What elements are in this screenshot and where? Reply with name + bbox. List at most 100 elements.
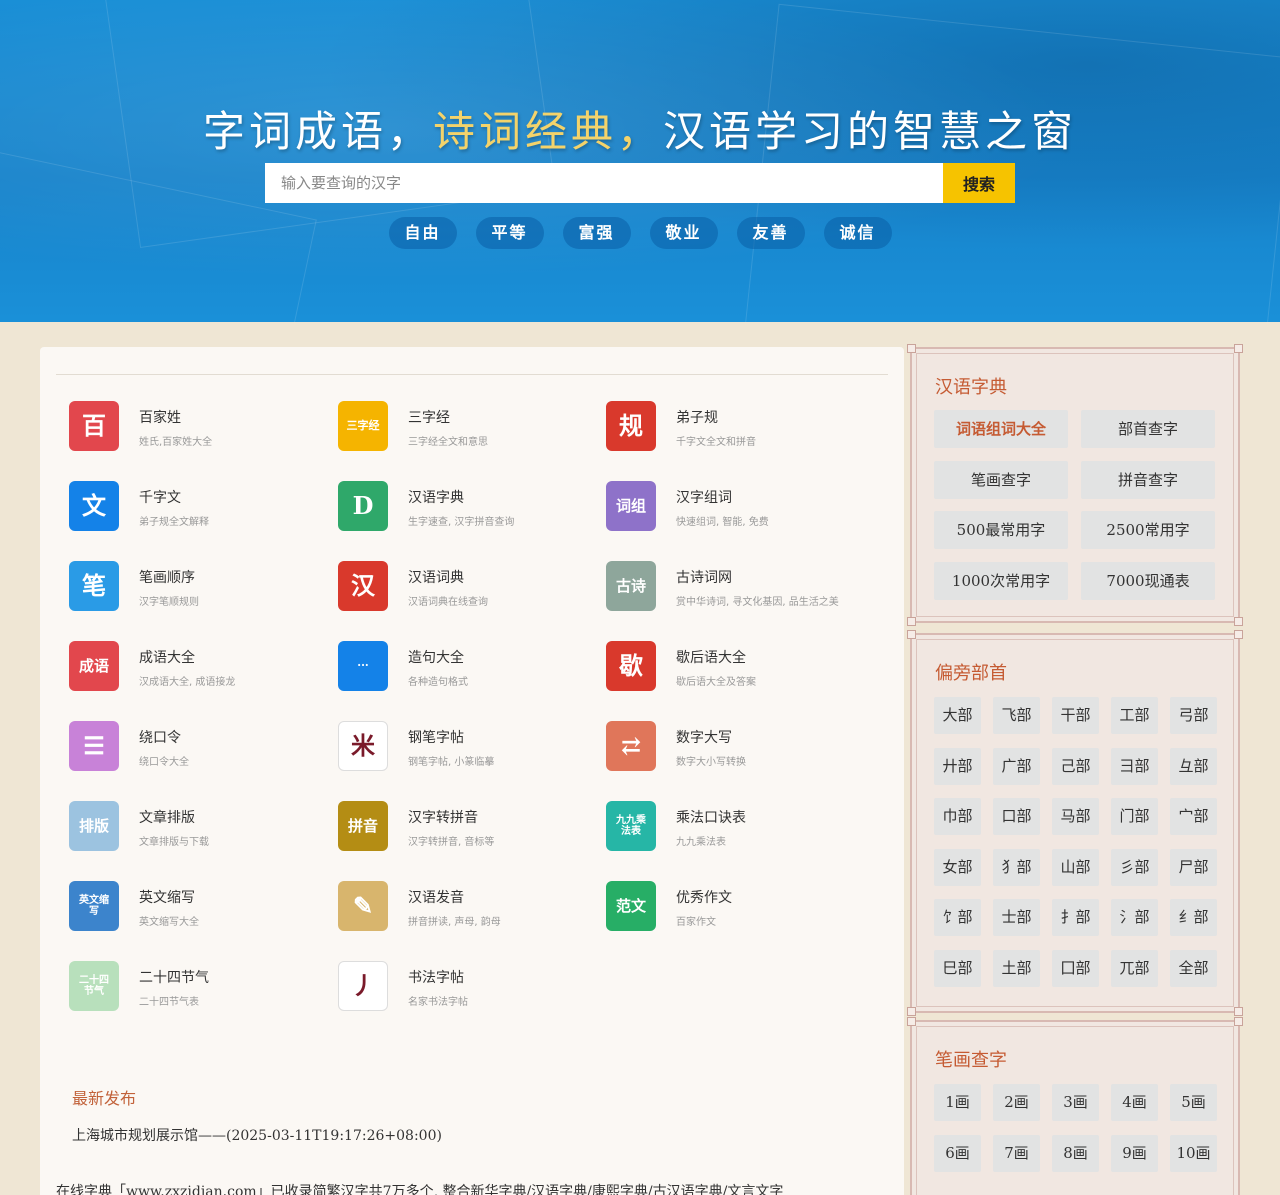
tool-description: 汉语词典在线查询 <box>408 597 488 608</box>
icon-glyph: ✎ <box>352 890 374 920</box>
tool-item[interactable]: 规 弟子规 千字文全文和拼音 <box>606 401 866 471</box>
wen-icon: 文 <box>69 481 119 531</box>
grid-icon: 米 <box>338 721 388 771</box>
radical-link[interactable]: 士部 <box>993 899 1040 936</box>
value-tag[interactable]: 富强 <box>562 217 631 249</box>
stroke-link[interactable]: 9画 <box>1111 1134 1158 1172</box>
radical-link[interactable]: 巳部 <box>934 949 981 987</box>
value-tag[interactable]: 敬业 <box>649 217 718 249</box>
radical-link[interactable]: 宀部 <box>1170 798 1217 835</box>
radical-link[interactable]: 广部 <box>993 747 1040 785</box>
icon-glyph: 排版 <box>78 816 109 835</box>
abbr-icon: 英文缩写 <box>69 881 119 931</box>
tool-description: 赏中华诗词, 寻文化基因, 品生活之美 <box>676 597 839 608</box>
radical-link[interactable]: 马部 <box>1052 798 1099 835</box>
radical-link[interactable]: 囗部 <box>1052 949 1099 987</box>
tool-title: 书法字帖 <box>408 970 464 986</box>
tool-description: 快速组词, 智能, 免费 <box>676 517 769 528</box>
radical-link[interactable]: 巾部 <box>934 798 981 835</box>
value-tag[interactable]: 自由 <box>388 217 457 249</box>
tool-item[interactable]: ··· 造句大全 各种造句格式 <box>338 641 598 711</box>
tool-item[interactable]: ☰ 绕口令 绕口令大全 <box>69 721 329 791</box>
tool-item[interactable]: 排版 文章排版 文章排版与下载 <box>69 801 329 871</box>
radical-link[interactable]: 口部 <box>993 798 1040 835</box>
tool-item[interactable]: 英文缩写 英文缩写 英文缩写大全 <box>69 881 329 951</box>
radical-link[interactable]: 弓部 <box>1170 697 1217 734</box>
hero-title-highlight: 诗词经典， <box>432 107 663 156</box>
value-tag[interactable]: 诚信 <box>823 217 892 249</box>
dictionary-link[interactable]: 部首查字 <box>1081 410 1215 448</box>
radical-link[interactable]: 己部 <box>1052 747 1099 785</box>
tool-item[interactable]: 古诗 古诗词网 赏中华诗词, 寻文化基因, 品生活之美 <box>606 561 866 631</box>
radical-link[interactable]: 犭部 <box>993 848 1040 886</box>
radical-link[interactable]: 土部 <box>993 949 1040 987</box>
dictionary-link[interactable]: 2500常用字 <box>1081 511 1215 549</box>
radical-link[interactable]: 氵部 <box>1111 899 1158 936</box>
stroke-link[interactable]: 6画 <box>934 1134 981 1172</box>
radical-link[interactable]: 尸部 <box>1170 848 1217 886</box>
dictionary-link[interactable]: 词语组词大全 <box>934 410 1068 448</box>
tool-item[interactable]: 词组 汉字组词 快速组词, 智能, 免费 <box>606 481 866 551</box>
value-tag[interactable]: 友善 <box>736 217 805 249</box>
radical-link[interactable]: 廾部 <box>934 747 981 785</box>
search-button[interactable]: 搜索 <box>943 163 1015 203</box>
radical-link[interactable]: 扌部 <box>1052 899 1099 936</box>
stroke-link[interactable]: 8画 <box>1052 1134 1099 1172</box>
tool-item[interactable]: 米 钢笔字帖 钢笔字帖, 小篆临摹 <box>338 721 598 791</box>
radical-link[interactable]: 山部 <box>1052 848 1099 886</box>
tool-item[interactable]: 二十四节气 二十四节气 二十四节气表 <box>69 961 329 1031</box>
tool-item[interactable]: ⇄ 数字大写 数字大小写转换 <box>606 721 866 791</box>
latest-item[interactable]: 上海城市规划展示馆——(2025-03-11T19:17:26+08:00) <box>72 1125 442 1145</box>
icon-glyph: 汉 <box>351 570 375 600</box>
radical-link[interactable]: 全部 <box>1170 949 1217 987</box>
tool-item[interactable]: ✎ 汉语发音 拼音拼读, 声母, 韵母 <box>338 881 598 951</box>
radical-link[interactable]: 门部 <box>1111 798 1158 835</box>
pen-icon: ✎ <box>338 881 388 931</box>
dictionary-link[interactable]: 拼音查字 <box>1081 460 1215 499</box>
dictionary-link[interactable]: 笔画查字 <box>934 460 1068 499</box>
radical-link[interactable]: 兀部 <box>1111 949 1158 987</box>
tool-item[interactable]: 笔 笔画顺序 汉字笔顺规则 <box>69 561 329 631</box>
stroke-link[interactable]: 5画 <box>1170 1084 1217 1121</box>
stroke-link[interactable]: 7画 <box>993 1134 1040 1172</box>
radical-link[interactable]: 飞部 <box>993 697 1040 734</box>
tool-description: 千字文全文和拼音 <box>676 437 756 448</box>
stroke-link[interactable]: 3画 <box>1052 1084 1099 1121</box>
radical-link[interactable]: 彡部 <box>1111 848 1158 886</box>
dictionary-link[interactable]: 500最常用字 <box>934 511 1068 549</box>
tool-description: 歇后语大全及答案 <box>676 677 756 688</box>
tool-item[interactable]: 拼音 汉字转拼音 汉字转拼音, 音标等 <box>338 801 598 871</box>
tool-description: 三字经全文和意思 <box>408 437 488 448</box>
radical-link[interactable]: 彐部 <box>1111 747 1158 785</box>
tool-item[interactable]: 三字经 三字经 三字经全文和意思 <box>338 401 598 471</box>
tool-item[interactable]: 范文 优秀作文 百家作文 <box>606 881 866 951</box>
radical-link[interactable]: 女部 <box>934 848 981 886</box>
tool-item[interactable]: 丿 书法字帖 名家书法字帖 <box>338 961 598 1031</box>
radical-link[interactable]: 饣部 <box>934 899 981 936</box>
panel-corner-ornament <box>1234 344 1243 353</box>
value-tag[interactable]: 平等 <box>475 217 544 249</box>
tool-item[interactable]: 歇 歇后语大全 歇后语大全及答案 <box>606 641 866 711</box>
dictionary-link[interactable]: 7000现通表 <box>1081 561 1215 600</box>
radical-link[interactable]: 干部 <box>1052 697 1099 734</box>
book-icon: 百 <box>69 401 119 451</box>
tool-item[interactable]: 百 百家姓 姓氏,百家姓大全 <box>69 401 329 471</box>
han-icon: 汉 <box>338 561 388 611</box>
tool-item[interactable]: 文 千字文 弟子规全文解释 <box>69 481 329 551</box>
radical-link[interactable]: 纟部 <box>1170 899 1217 936</box>
tool-item[interactable]: 九九乘法表 乘法口诀表 九九乘法表 <box>606 801 866 871</box>
radical-link[interactable]: 大部 <box>934 697 981 734</box>
tool-description: 九九乘法表 <box>676 837 726 848</box>
radical-link[interactable]: 工部 <box>1111 697 1158 734</box>
tool-item[interactable]: D 汉语字典 生字速查, 汉字拼音查询 <box>338 481 598 551</box>
stroke-link[interactable]: 4画 <box>1111 1084 1158 1121</box>
stroke-link[interactable]: 2画 <box>993 1084 1040 1121</box>
radical-link[interactable]: 彑部 <box>1170 747 1217 785</box>
tool-item[interactable]: 汉 汉语词典 汉语词典在线查询 <box>338 561 598 631</box>
tool-item[interactable]: 成语 成语大全 汉成语大全, 成语接龙 <box>69 641 329 711</box>
panel-corner-ornament <box>907 344 916 353</box>
stroke-link[interactable]: 1画 <box>934 1084 981 1121</box>
dictionary-link[interactable]: 1000次常用字 <box>934 561 1068 600</box>
search-input[interactable] <box>265 163 943 203</box>
stroke-link[interactable]: 10画 <box>1170 1134 1217 1172</box>
